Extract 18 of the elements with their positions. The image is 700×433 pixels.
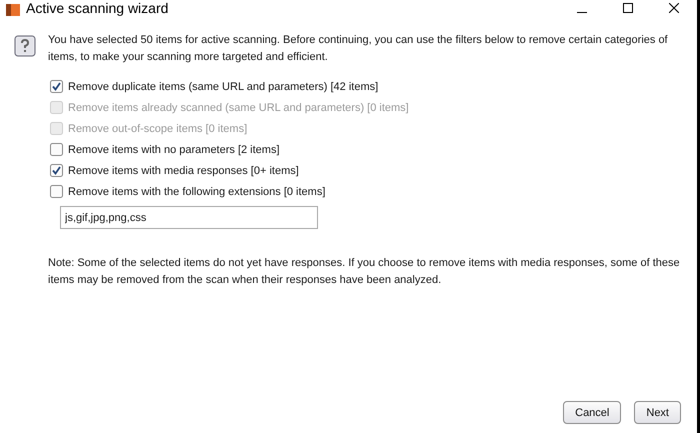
help-icon: [14, 35, 36, 57]
intro-text: You have selected 50 items for active scanning. Before continuing, you can use the filters below to remove certain categories of items, to make your scanning more targeted and efficient.: [48, 33, 669, 65]
app-icon: [6, 4, 20, 16]
checkbox-label[interactable]: Remove items with media responses [0+ items]: [68, 164, 299, 176]
window-title: Active scanning wizard: [26, 0, 170, 16]
dialog-button[interactable]: Cancel: [563, 401, 622, 424]
maximize-icon: [623, 3, 633, 13]
checkbox[interactable]: [50, 185, 63, 198]
checkbox[interactable]: [50, 143, 63, 156]
checkbox-label[interactable]: Remove duplicate items (same URL and parameters) [42 items]: [68, 80, 378, 92]
note-text: Note: Some of the selected items do not yet have responses. If you choose to remove items with media responses, some of these items may be removed from the scan when their responses have been analyzed.: [48, 256, 681, 288]
extensions-field[interactable]: js,gif,jpg,png,css: [60, 206, 318, 229]
checkbox[interactable]: [50, 164, 63, 177]
close-icon: [669, 3, 679, 13]
checkbox-label[interactable]: Remove items with no parameters [2 items]: [68, 144, 280, 156]
checkbox-label[interactable]: Remove items with the following extensions [0 items]: [68, 186, 326, 198]
dialog-button[interactable]: Next: [634, 401, 681, 424]
checkbox[interactable]: [50, 80, 63, 93]
